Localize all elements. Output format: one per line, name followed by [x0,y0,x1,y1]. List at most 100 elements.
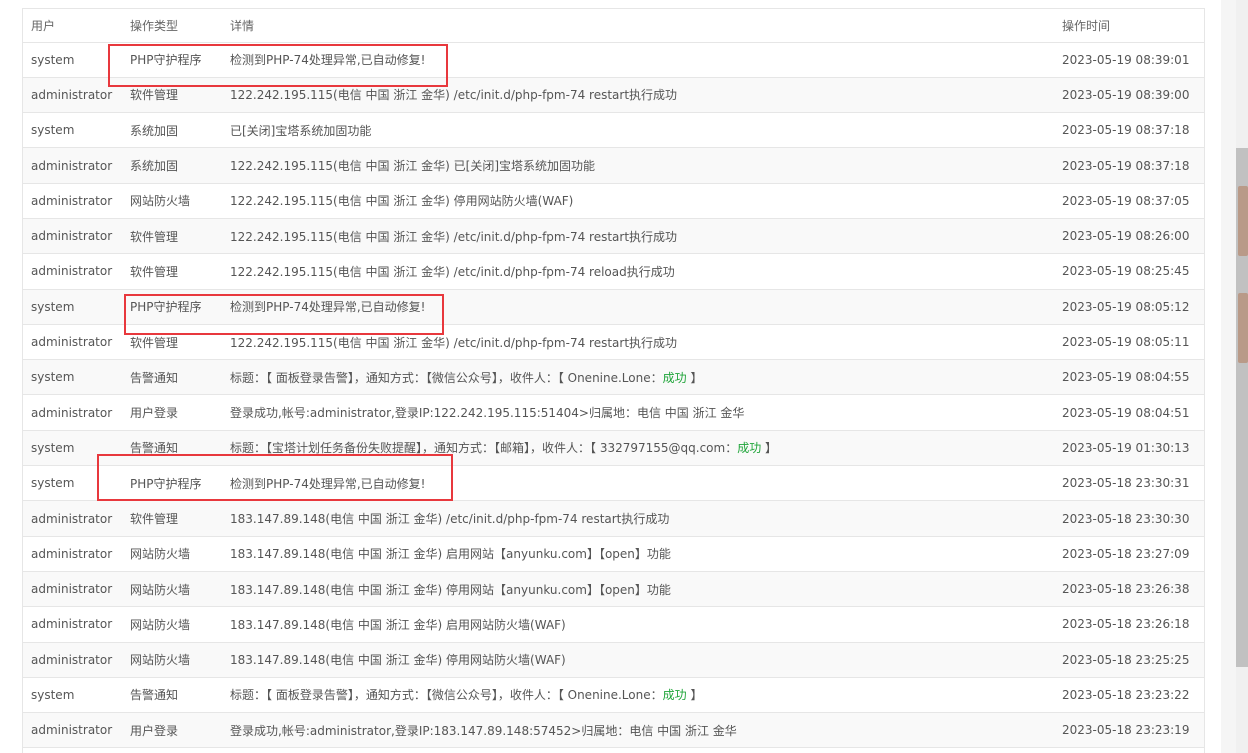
detail-text: 检测到PHP-74处理异常,已自动修复! [230,300,426,315]
column-header-detail: 详情 [222,9,1054,43]
cell-user: system [23,112,122,149]
cell-time: 2023-05-18 23:26:18 [1054,606,1204,643]
cell-time: 2023-05-18 23:23:19 [1054,712,1204,749]
cell-detail: 122.242.195.115(电信 中国 浙江 金华) /etc/init.d… [222,253,1054,290]
table-row[interactable]: administrator 软件管理 122.242.195.115(电信 中国 浙… [23,77,1204,114]
cell-time: 2023-05-18 23:25:25 [1054,642,1204,678]
table-row[interactable]: system 告警通知 标题：【 面板登录告警】，通知方式：【微信公众号】，收件人：… [23,359,1204,396]
cell-user: administrator [23,147,122,184]
table-row[interactable]: administrator 用户登录 登录成功,帐号:administrator,登… [23,712,1204,749]
detail-text: 标题：【宝塔计划任务备份失败提醒】，通知方式：【邮箱】，收件人：【 332797… [230,441,738,456]
table-row[interactable]: administrator 软件管理 122.242.195.115(电信 中国 浙… [23,253,1204,290]
cell-operation-type: PHP守护程序 [122,289,222,325]
detail-text: 标题：【 面板登录告警】，通知方式：【微信公众号】，收件人：【 Onenine.… [230,370,663,385]
detail-text: 122.242.195.115(电信 中国 浙江 金华) /etc/init.d… [230,229,678,244]
detail-text: 122.242.195.115(电信 中国 浙江 金华) 停用网站防火墙(WAF… [230,194,574,209]
detail-text: 183.147.89.148(电信 中国 浙江 金华) 停用网站防火墙(WAF) [230,653,566,668]
cell-user: administrator [23,642,122,678]
detail-text: 已[关闭]宝塔系统加固功能 [230,123,372,138]
cell-user: administrator [23,712,122,749]
cell-user: administrator [23,394,122,431]
detail-text: 登录成功,帐号:administrator,登录IP:183.147.89.14… [230,723,737,738]
column-header-type: 操作类型 [122,9,222,43]
table-row[interactable]: administrator 软件管理 122.242.195.115(电信 中国 浙… [23,324,1204,361]
cell-operation-type: 网站防火墙 [122,183,222,219]
table-row[interactable]: administrator 网站防火墙 122.242.195.115(电信 中国 … [23,183,1204,219]
cell-time: 2023-05-19 08:37:18 [1054,112,1204,149]
table-row[interactable]: system 告警通知 标题：【宝塔计划任务备份失败提醒】，通知方式：【邮箱】，收件… [23,430,1204,467]
cell-detail: 183.147.89.148(电信 中国 浙江 金华) 启用网站防火墙(WAF) [222,606,1054,643]
cell-detail: 122.242.195.115(电信 中国 浙江 金华) /etc/init.d… [222,218,1054,255]
cell-operation-type: 用户登录 [122,394,222,431]
cell-user: system [23,677,122,714]
cell-time: 2023-05-19 08:05:11 [1054,324,1204,361]
detail-tail-text: 】 [686,688,703,703]
column-header-user: 用户 [23,9,122,43]
cell-time: 2023-05-19 08:05:12 [1054,289,1204,325]
table-row[interactable]: system 告警通知 标题：【 面板登录告警】，通知方式：【微信公众号】，收件人：… [23,677,1204,714]
operation-log-table: 用户 操作类型 详情 操作时间 system PHP守护程序 检测到PHP-74处理… [23,9,1204,749]
cell-time: 2023-05-19 08:37:18 [1054,147,1204,184]
cell-time: 2023-05-19 08:37:05 [1054,183,1204,219]
cell-operation-type: 系统加固 [122,147,222,184]
cell-detail: 122.242.195.115(电信 中国 浙江 金华) 停用网站防火墙(WAF… [222,183,1054,219]
cell-user: administrator [23,183,122,219]
table-row[interactable]: administrator 软件管理 122.242.195.115(电信 中国 浙… [23,218,1204,255]
table-row[interactable]: administrator 网站防火墙 183.147.89.148(电信 中国 浙… [23,571,1204,608]
cell-user: system [23,359,122,396]
cell-time: 2023-05-18 23:27:09 [1054,536,1204,572]
detail-text: 122.242.195.115(电信 中国 浙江 金华) /etc/init.d… [230,264,675,279]
cell-time: 2023-05-18 23:26:38 [1054,571,1204,608]
cell-operation-type: 软件管理 [122,218,222,255]
detail-tail-text: 】 [686,370,703,385]
status-success-text: 成功 [662,370,687,385]
table-row[interactable]: administrator 网站防火墙 183.147.89.148(电信 中国 浙… [23,606,1204,643]
table-row[interactable]: system PHP守护程序 检测到PHP-74处理异常,已自动修复! 2023-05… [23,42,1204,78]
cell-detail: 检测到PHP-74处理异常,已自动修复! [222,465,1054,502]
cell-user: administrator [23,218,122,255]
cell-user: administrator [23,571,122,608]
cell-operation-type: PHP守护程序 [122,465,222,502]
detail-text: 183.147.89.148(电信 中国 浙江 金华) /etc/init.d/… [230,512,670,526]
side-image-thumbnail [1238,186,1248,256]
table-body: system PHP守护程序 检测到PHP-74处理异常,已自动修复! 2023-05… [23,42,1204,749]
cell-operation-type: 网站防火墙 [122,606,222,643]
table-row[interactable]: administrator 用户登录 登录成功,帐号:administrator,登… [23,394,1204,431]
table-row[interactable]: administrator 网站防火墙 183.147.89.148(电信 中国 浙… [23,642,1204,678]
cell-detail: 122.242.195.115(电信 中国 浙江 金华) 已[关闭]宝塔系统加固… [222,147,1054,184]
table-row[interactable]: administrator 网站防火墙 183.147.89.148(电信 中国 浙… [23,536,1204,572]
cell-operation-type: 网站防火墙 [122,536,222,572]
detail-text: 122.242.195.115(电信 中国 浙江 金华) /etc/init.d… [230,88,678,103]
cell-detail: 183.147.89.148(电信 中国 浙江 金华) 启用网站【anyunku… [222,536,1054,572]
table-row[interactable]: system PHP守护程序 检测到PHP-74处理异常,已自动修复! 2023-05… [23,289,1204,325]
cell-detail: 标题：【 面板登录告警】，通知方式：【微信公众号】，收件人：【 Onenine.… [222,359,1054,396]
operation-log-table-container[interactable]: 用户 操作类型 详情 操作时间 system PHP守护程序 检测到PHP-74处理… [22,8,1205,753]
cell-user: administrator [23,77,122,114]
cell-time: 2023-05-18 23:23:22 [1054,677,1204,714]
cell-detail: 122.242.195.115(电信 中国 浙江 金华) /etc/init.d… [222,77,1054,114]
cell-user: system [23,42,122,78]
cell-detail: 标题：【宝塔计划任务备份失败提醒】，通知方式：【邮箱】，收件人：【 332797… [222,430,1054,467]
cell-time: 2023-05-19 08:39:00 [1054,77,1204,114]
cell-user: administrator [23,536,122,572]
page: 用户 操作类型 详情 操作时间 system PHP守护程序 检测到PHP-74处理… [0,0,1248,753]
cell-user: administrator [23,606,122,643]
cell-time: 2023-05-19 08:26:00 [1054,218,1204,255]
table-row[interactable]: system 系统加固 已[关闭]宝塔系统加固功能 2023-05-19 08:37:… [23,112,1204,149]
cell-operation-type: 用户登录 [122,712,222,749]
operation-log-panel: 用户 操作类型 详情 操作时间 system PHP守护程序 检测到PHP-74处理… [0,0,1221,753]
table-row[interactable]: system PHP守护程序 检测到PHP-74处理异常,已自动修复! 2023-05… [23,465,1204,502]
column-header-time: 操作时间 [1054,9,1204,43]
cell-user: system [23,465,122,502]
table-header-row: 用户 操作类型 详情 操作时间 [23,9,1204,43]
status-success-text: 成功 [662,688,687,703]
detail-text: 检测到PHP-74处理异常,已自动修复! [230,53,426,68]
table-row[interactable]: administrator 系统加固 122.242.195.115(电信 中国 浙… [23,147,1204,184]
status-success-text: 成功 [737,441,762,456]
cell-time: 2023-05-19 08:04:51 [1054,394,1204,431]
table-row[interactable]: administrator 软件管理 183.147.89.148(电信 中国 浙江… [23,500,1204,537]
cell-operation-type: 软件管理 [122,500,222,537]
cell-detail: 183.147.89.148(电信 中国 浙江 金华) /etc/init.d/… [222,500,1054,537]
cell-operation-type: PHP守护程序 [122,42,222,78]
cell-detail: 检测到PHP-74处理异常,已自动修复! [222,42,1054,78]
